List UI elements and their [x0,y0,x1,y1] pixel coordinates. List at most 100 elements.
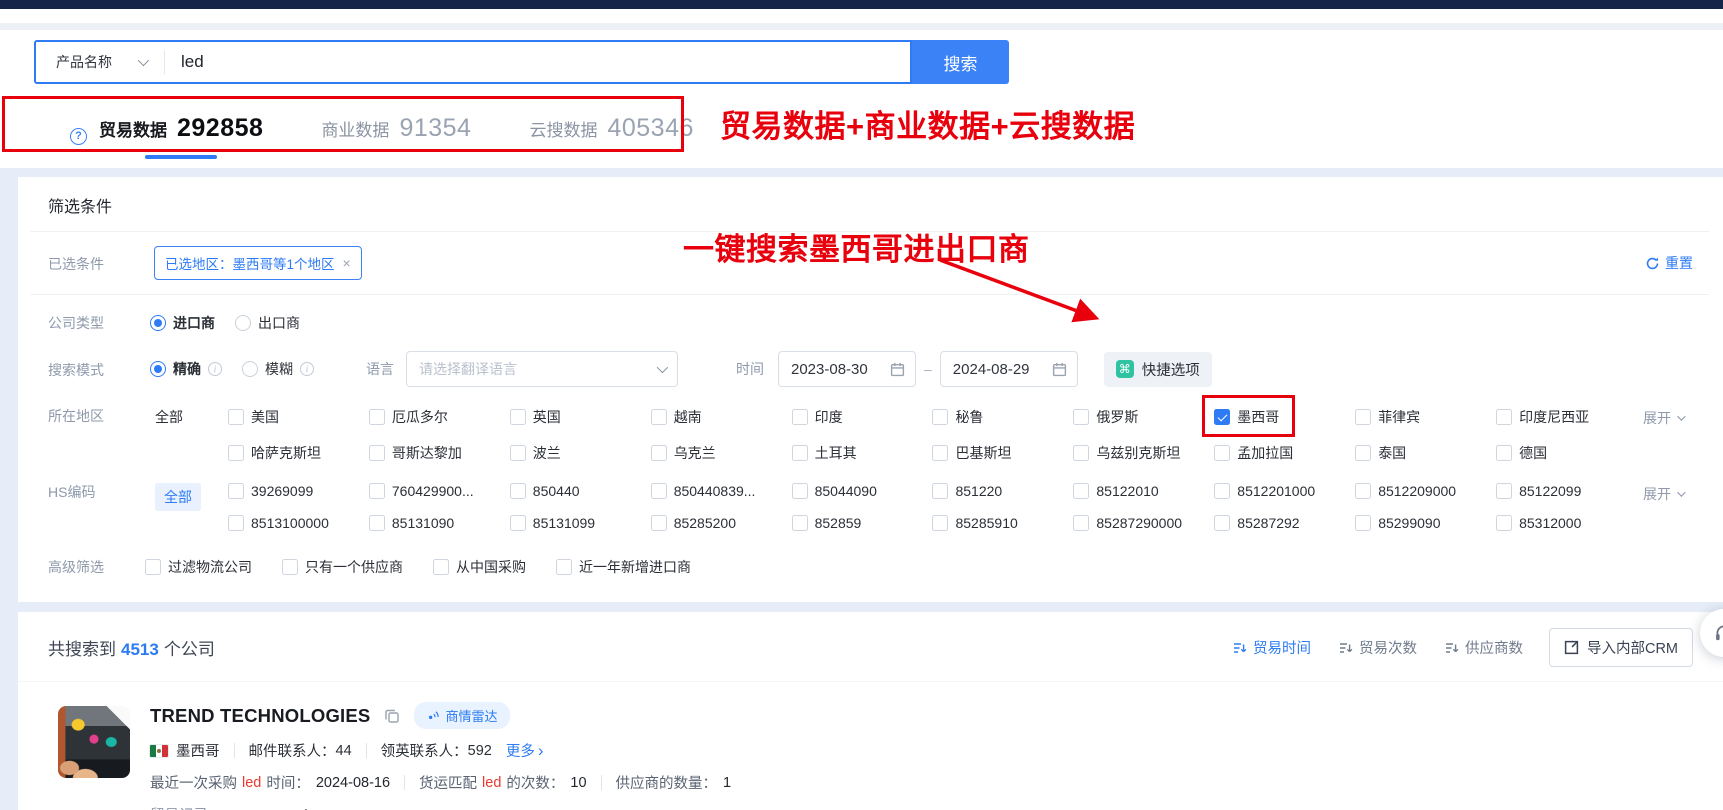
checkbox-label: 8512201000 [1237,483,1315,499]
hscode-checkbox[interactable]: 850440839... [651,481,756,499]
summary-prefix: 共搜索到 [48,640,116,659]
date-end-input[interactable]: 2024-08-29 [940,351,1078,387]
company-type-row: 公司类型 进口商 出口商 [30,303,1709,342]
region-checkbox[interactable]: 英国 [510,405,561,427]
region-checkbox[interactable]: 哈萨克斯坦 [228,441,321,463]
hscode-checkbox[interactable]: 85299090 [1355,513,1440,531]
hscode-checkbox[interactable]: 85044090 [792,481,877,499]
command-icon: ⌘ [1116,360,1134,378]
date-start-input[interactable]: 2023-08-30 [778,351,916,387]
hscode-checkbox[interactable]: 39269099 [228,481,313,499]
advanced-checkbox[interactable]: 过滤物流公司 [145,555,252,577]
sort-option[interactable]: 供应商数 [1445,637,1523,658]
selected-region-tag[interactable]: 已选地区：墨西哥等1个地区 × [154,246,362,280]
hscode-checkbox[interactable]: 8512201000 [1214,481,1315,499]
info-icon[interactable]: i [300,362,314,376]
language-select[interactable]: 请选择翻译语言 [406,351,678,387]
data-tab[interactable]: 商业数据 91354 [321,114,471,159]
sort-label: 贸易次数 [1359,637,1417,658]
data-tab[interactable]: 云搜数据 405346 [529,114,693,159]
import-crm-button[interactable]: 导入内部CRM [1549,628,1693,667]
checkbox-icon [282,559,298,575]
region-checkbox[interactable]: 美国 [228,405,279,427]
checkbox-label: 850440839... [674,483,756,499]
region-checkbox[interactable]: 印度 [792,405,843,427]
checkbox-icon [510,515,526,531]
hscode-checkbox[interactable]: 85122099 [1496,481,1581,499]
copy-icon[interactable] [384,708,400,724]
region-checkbox[interactable]: 越南 [651,405,702,427]
region-checkbox[interactable]: 土耳其 [792,441,857,463]
hscode-checkbox[interactable]: 85122010 [1073,481,1158,499]
checkbox-icon [1214,483,1230,499]
hscode-all-option[interactable]: 全部 [155,483,201,511]
region-checkbox[interactable]: 乌克兰 [651,441,716,463]
region-checkbox[interactable]: 德国 [1496,441,1547,463]
hscode-checkbox[interactable]: 8512209000 [1355,481,1456,499]
hscode-checkbox[interactable]: 85285200 [651,513,736,531]
region-checkbox[interactable]: 厄瓜多尔 [369,405,448,427]
region-checkbox[interactable]: 波兰 [510,441,561,463]
search-input[interactable] [165,52,910,72]
region-all-option[interactable]: 全部 [155,405,228,427]
hscode-expand-button[interactable]: 展开 [1643,481,1709,504]
checkbox-label: 760429900... [392,483,474,499]
company-name[interactable]: TREND TECHNOLOGIES [150,705,370,727]
region-checkbox[interactable]: 印度尼西亚 [1496,405,1589,427]
advanced-checkbox[interactable]: 只有一个供应商 [282,555,403,577]
hscode-checkbox[interactable]: 85287292 [1214,513,1299,531]
radio-option[interactable]: 模糊 i [242,359,314,379]
search-category-dropdown[interactable]: 产品名称 [36,52,164,72]
radio-option[interactable]: 进口商 [150,313,215,333]
region-checkbox[interactable]: 泰国 [1355,441,1406,463]
advanced-checkbox[interactable]: 近一年新增进口商 [556,555,691,577]
checkbox-label: 85287290000 [1096,515,1182,531]
sort-icon [1445,641,1459,655]
radio-option[interactable]: 精确 i [150,359,222,379]
reset-label: 重置 [1665,253,1693,273]
checkbox-icon [1496,409,1512,425]
search-button[interactable]: 搜索 [912,40,1009,84]
checkbox-label: 85122010 [1096,483,1158,499]
keyword-highlight: led [482,775,501,791]
sort-option[interactable]: 贸易时间 [1233,637,1311,658]
region-checkbox[interactable]: 墨西哥 [1214,405,1279,427]
calendar-icon [1052,362,1067,377]
business-radar-badge[interactable]: 商情雷达 [414,702,509,729]
region-checkbox[interactable]: 哥斯达黎加 [369,441,462,463]
radio-option[interactable]: 出口商 [235,313,300,333]
sort-option[interactable]: 贸易次数 [1339,637,1417,658]
region-checkbox[interactable]: 俄罗斯 [1073,405,1138,427]
hscode-checkbox[interactable]: 85131090 [369,513,454,531]
company-card[interactable]: TREND TECHNOLOGIES 商情雷达 墨西哥 邮件联系人： 44 [18,682,1723,810]
hscode-checkbox[interactable]: 852859 [792,513,862,531]
hscode-checkbox[interactable]: 850440 [510,481,580,499]
region-checkbox[interactable]: 巴基斯坦 [932,441,1011,463]
region-expand-button[interactable]: 展开 [1643,405,1709,428]
region-checkbox[interactable]: 秘鲁 [932,405,983,427]
hscode-checkbox[interactable]: 85312000 [1496,513,1581,531]
region-checkbox[interactable]: 菲律宾 [1355,405,1420,427]
help-icon[interactable]: ? [70,128,87,145]
hscode-checkbox[interactable]: 85287290000 [1073,513,1182,531]
quick-options-button[interactable]: ⌘ 快捷选项 [1104,352,1212,387]
advanced-checkbox[interactable]: 从中国采购 [433,555,526,577]
tab-label: 商业数据 [321,116,389,141]
data-tab[interactable]: 贸易数据 292858 [99,114,263,159]
checkbox-icon [1496,445,1512,461]
hscode-checkbox[interactable]: 85131099 [510,513,595,531]
region-checkbox[interactable]: 乌兹别克斯坦 [1073,441,1180,463]
close-icon[interactable]: × [343,255,351,271]
info-icon[interactable]: i [208,362,222,376]
hscode-checkbox[interactable]: 8513100000 [228,513,329,531]
region-checkbox[interactable]: 孟加拉国 [1214,441,1293,463]
hscode-checkbox[interactable]: 760429900... [369,481,474,499]
more-link[interactable]: 更多 › [506,740,544,761]
hscode-checkbox[interactable]: 851220 [932,481,1002,499]
checkbox-icon [369,483,385,499]
reset-button[interactable]: 重置 [1645,253,1693,273]
hscode-checkbox[interactable]: 85285910 [932,513,1017,531]
radio-icon [150,361,166,377]
radio-label: 模糊 [265,359,293,379]
chevron-down-icon [138,55,149,66]
